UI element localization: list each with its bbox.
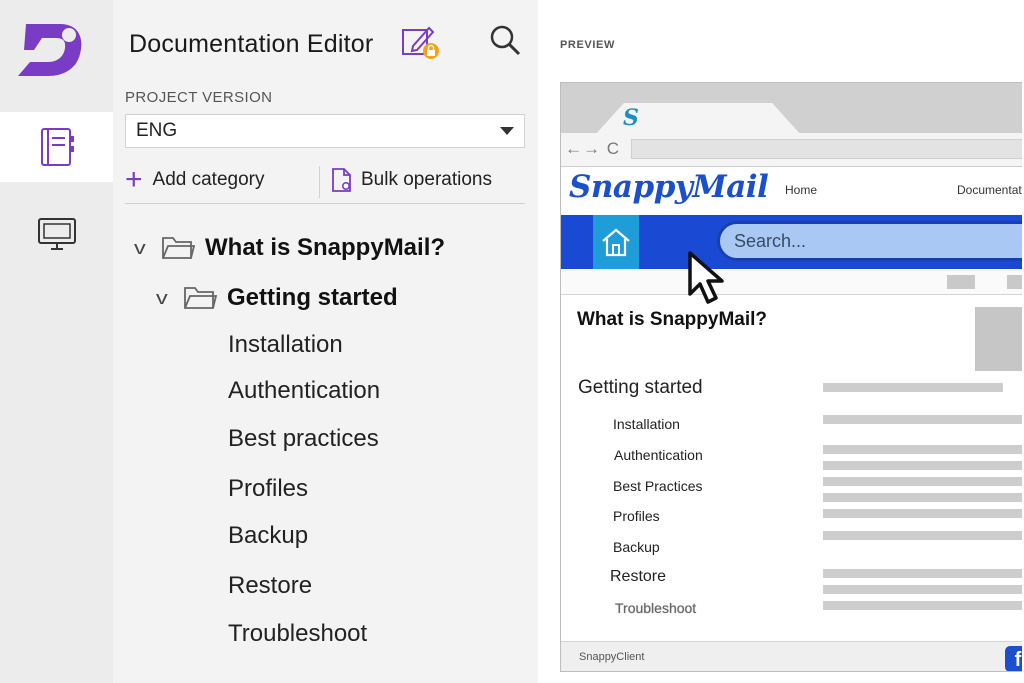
bulk-operations-button[interactable]: Bulk operations [331, 164, 492, 196]
site-nav-documentation[interactable]: Documentation [957, 183, 1024, 197]
edit-locked-icon[interactable] [401, 24, 441, 60]
mouse-pointer-icon [688, 251, 724, 304]
site-footer: SnappyClient f [561, 641, 1024, 671]
folder-open-icon [162, 237, 195, 259]
site-link-troubleshoot[interactable]: Troubleshoot [615, 600, 696, 616]
browser-tabstrip: S [561, 83, 1024, 135]
site-body: What is SnappyMail? Getting started Inst… [561, 269, 1024, 641]
preview-label: PREVIEW [560, 39, 615, 51]
tree-leaf-best-practices[interactable]: Best practices [228, 425, 379, 453]
url-field[interactable] [631, 139, 1024, 159]
site-search-input[interactable]: Search... [717, 221, 1024, 261]
left-rail [0, 0, 113, 683]
text-placeholder-bar [823, 509, 1024, 518]
text-placeholder-bar [823, 415, 1024, 424]
monitor-icon [37, 218, 76, 250]
text-placeholder-bar [823, 477, 1024, 486]
site-section-title[interactable]: Getting started [578, 377, 703, 399]
tree-item-getting-started[interactable]: v Getting started [156, 284, 398, 312]
text-placeholder-bar [823, 493, 1024, 502]
tree-leaf-authentication[interactable]: Authentication [228, 377, 380, 405]
tree-leaf-troubleshoot[interactable]: Troubleshoot [228, 620, 367, 648]
tree-item-root[interactable]: v What is SnappyMail? [134, 234, 446, 262]
add-category-label: Add category [152, 169, 265, 190]
site-subbar [561, 269, 1024, 295]
text-placeholder-bar [823, 585, 1024, 594]
site-nav-home[interactable]: Home [785, 183, 817, 197]
rail-docs-button[interactable] [0, 112, 113, 182]
toolbar: + Add category Bulk operations [125, 160, 525, 204]
bulk-operations-label: Bulk operations [361, 169, 492, 190]
chevron-down-icon [500, 127, 514, 135]
plus-icon: + [125, 163, 143, 196]
notebook-icon [40, 128, 74, 166]
tree-leaf-installation[interactable]: Installation [228, 331, 343, 359]
home-icon [602, 228, 630, 257]
tree-item-label: What is SnappyMail? [205, 234, 446, 261]
documentation-logo-icon [18, 24, 82, 76]
site-link-installation[interactable]: Installation [613, 416, 680, 432]
subbar-block [947, 275, 975, 289]
text-placeholder-bar [823, 531, 1024, 540]
tree-leaf-restore[interactable]: Restore [228, 572, 312, 600]
tree-leaf-backup[interactable]: Backup [228, 522, 308, 550]
editor-panel: Documentation Editor PROJECT VERSION ENG… [113, 0, 538, 683]
footer-text: SnappyClient [579, 651, 645, 663]
site-link-profiles[interactable]: Profiles [613, 508, 660, 524]
tree-item-label: Getting started [227, 284, 398, 311]
site-search-band: Search... [561, 215, 1024, 269]
text-placeholder-bar [823, 601, 1024, 610]
image-placeholder [975, 307, 1024, 371]
site-link-backup[interactable]: Backup [613, 539, 660, 555]
site-link-authentication[interactable]: Authentication [614, 447, 703, 463]
rail-preview-button[interactable] [0, 200, 113, 270]
panel-title: Documentation Editor [129, 30, 374, 58]
chevron-down-icon[interactable]: v [134, 238, 160, 259]
search-icon[interactable] [489, 24, 521, 56]
project-version-select[interactable]: ENG [125, 114, 525, 148]
site-logo[interactable]: SnappyMail [569, 169, 769, 205]
text-placeholder-bar [823, 461, 1024, 470]
site-page-title: What is SnappyMail? [577, 309, 768, 330]
text-placeholder-bar [823, 383, 1003, 392]
text-placeholder-bar [823, 445, 1024, 454]
folder-open-icon [184, 287, 217, 309]
tree-leaf-profiles[interactable]: Profiles [228, 475, 308, 503]
browser-addressbar: ←→ C [561, 133, 1024, 167]
site-header: SnappyMail Home Documentation [561, 167, 1024, 215]
site-link-restore[interactable]: Restore [610, 568, 666, 586]
text-placeholder-bar [823, 569, 1024, 578]
toolbar-divider [319, 166, 320, 198]
add-category-button[interactable]: + Add category [125, 164, 265, 196]
document-gear-icon [332, 168, 351, 192]
tab-favicon-icon: S [623, 105, 639, 131]
preview-browser: S ←→ C SnappyMail Home Documentation Sea… [560, 82, 1024, 672]
project-version-label: PROJECT VERSION [125, 89, 273, 106]
chevron-down-icon[interactable]: v [156, 288, 182, 309]
site-link-best-practices[interactable]: Best Practices [613, 478, 702, 494]
browser-nav-icons[interactable]: ←→ C [565, 139, 620, 159]
home-button[interactable] [593, 215, 639, 269]
project-version-value: ENG [136, 120, 178, 141]
